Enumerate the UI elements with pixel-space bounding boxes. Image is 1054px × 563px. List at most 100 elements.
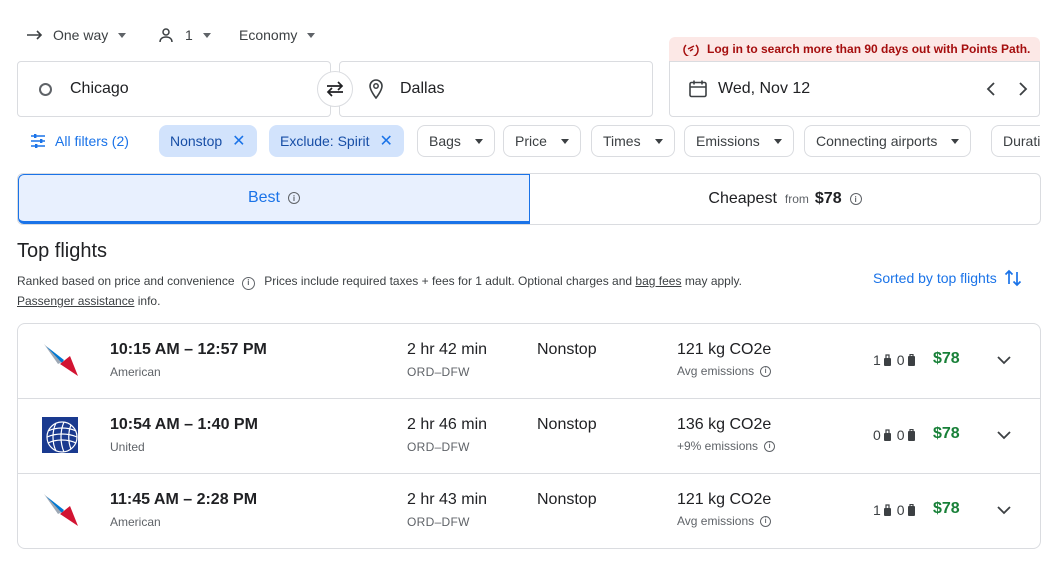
passengers-count: 1 — [185, 27, 193, 43]
flight-row[interactable]: 11:45 AM – 2:28 PM American 2 hr 43 min … — [18, 474, 1040, 549]
close-icon[interactable]: ✕ — [232, 131, 245, 151]
flight-stops: Nonstop — [537, 416, 597, 433]
trip-type-label: One way — [53, 27, 109, 43]
chip-label: Bags — [429, 133, 461, 149]
info-icon[interactable]: i — [764, 440, 776, 452]
points-path-banner[interactable]: Log in to search more than 90 days out w… — [669, 37, 1040, 61]
tab-best[interactable]: Best i — [18, 174, 530, 224]
swap-arrows-icon — [326, 81, 344, 97]
passengers-select[interactable]: 1 — [158, 22, 211, 48]
checked-bag-icon — [907, 503, 915, 516]
emissions-label: Avg emissions — [677, 364, 755, 378]
carry-on-bag-icon — [883, 353, 891, 366]
flight-price: $78 — [933, 350, 960, 367]
chevron-down-icon — [951, 138, 960, 144]
chevron-down-icon[interactable] — [996, 502, 1012, 518]
checked-bag-count: 0 — [896, 502, 905, 518]
duration-filter[interactable]: Duration — [991, 125, 1040, 157]
chip-label: Duration — [1003, 133, 1040, 149]
times-filter[interactable]: Times — [591, 125, 675, 157]
date-value: Wed, Nov 12 — [718, 80, 811, 97]
flight-row[interactable]: 10:54 AM – 1:40 PM United 2 hr 46 min OR… — [18, 399, 1040, 474]
flight-co2: 136 kg CO2e — [677, 416, 772, 433]
flight-warning-icon — [683, 44, 699, 56]
info-icon[interactable]: i — [760, 515, 772, 527]
cabin-label: Economy — [239, 27, 298, 43]
info-icon[interactable]: i — [288, 192, 300, 204]
filter-bar: All filters (2) Nonstop ✕ Exclude: Spiri… — [0, 120, 1040, 162]
close-icon[interactable]: ✕ — [379, 131, 392, 151]
emissions-filter[interactable]: Emissions — [684, 125, 794, 157]
chip-label: Exclude: Spirit — [280, 133, 370, 149]
flight-route: ORD–DFW — [407, 515, 470, 529]
chip-label: Connecting airports — [816, 133, 938, 149]
swap-button[interactable] — [317, 71, 353, 107]
flight-times: 10:15 AM – 12:57 PM — [110, 341, 267, 358]
flight-list: 10:15 AM – 12:57 PM American 2 hr 42 min… — [17, 323, 1041, 549]
chip-label: Emissions — [696, 133, 760, 149]
sorted-label: Sorted by top flights — [873, 270, 997, 286]
airline-name: United — [110, 440, 145, 454]
info-icon[interactable]: i — [760, 365, 772, 377]
cheapest-from-label: from — [784, 192, 809, 206]
origin-value: Chicago — [70, 80, 129, 97]
chip-exclude-spirit[interactable]: Exclude: Spirit ✕ — [269, 125, 404, 157]
chevron-down-icon[interactable] — [996, 427, 1012, 443]
emissions-note: Avg emissions i — [677, 364, 772, 378]
chip-label: Times — [603, 133, 641, 149]
checked-bag-count: 0 — [896, 427, 905, 443]
chevron-right-icon — [1019, 82, 1028, 96]
price-filter[interactable]: Price — [503, 125, 581, 157]
all-filters-button[interactable]: All filters (2) — [20, 125, 140, 157]
flight-times: 10:54 AM – 1:40 PM — [110, 416, 258, 433]
chevron-down-icon — [474, 138, 483, 144]
carry-on-count: 1 — [873, 502, 881, 518]
bag-fees-link[interactable]: bag fees — [635, 274, 681, 288]
bag-allowance: 0 0 — [873, 427, 916, 443]
emissions-note: +9% emissions i — [677, 439, 776, 453]
person-icon — [159, 28, 173, 43]
destination-field[interactable]: Dallas — [339, 61, 653, 117]
sort-button[interactable]: Sorted by top flights — [873, 268, 1022, 288]
bags-filter[interactable]: Bags — [417, 125, 495, 157]
next-date-button[interactable] — [1016, 80, 1030, 103]
american-airlines-logo-icon — [44, 494, 78, 526]
info-icon[interactable]: i — [241, 276, 255, 290]
carry-on-bag-icon — [883, 503, 891, 516]
trip-type-select[interactable]: One way — [26, 22, 127, 48]
sort-tabs: Best i Cheapest from $78 i — [17, 173, 1041, 225]
origin-field[interactable]: Chicago — [17, 61, 331, 117]
bag-allowance: 1 0 — [873, 502, 916, 518]
chip-nonstop[interactable]: Nonstop ✕ — [159, 125, 257, 157]
chevron-down-icon — [307, 32, 316, 38]
bag-allowance: 1 0 — [873, 352, 916, 368]
previous-date-button[interactable] — [984, 80, 998, 103]
passenger-assistance-link[interactable]: Passenger assistance — [17, 294, 134, 308]
sort-arrows-icon — [1004, 269, 1021, 287]
emissions-label: +9% emissions — [677, 439, 759, 453]
cabin-select[interactable]: Economy — [239, 22, 316, 48]
info-icon[interactable]: i — [849, 193, 862, 205]
airline-name: American — [110, 365, 161, 379]
date-field[interactable]: Wed, Nov 12 — [669, 61, 1040, 117]
arrow-right-icon — [27, 30, 43, 40]
info-text: info. — [137, 294, 161, 308]
flight-row[interactable]: 10:15 AM – 12:57 PM American 2 hr 42 min… — [18, 324, 1040, 399]
chip-label: Nonstop — [170, 133, 223, 149]
connecting-airports-filter[interactable]: Connecting airports — [804, 125, 972, 157]
checked-bag-count: 0 — [896, 352, 905, 368]
united-airlines-logo-icon — [42, 417, 78, 453]
origin-circle-icon — [39, 82, 52, 96]
flight-price: $78 — [933, 500, 960, 517]
chevron-down-icon — [773, 138, 782, 144]
chevron-down-icon — [560, 138, 569, 144]
flight-times: 11:45 AM – 2:28 PM — [110, 491, 258, 508]
tab-label: Best — [247, 189, 280, 206]
flight-route: ORD–DFW — [407, 365, 470, 379]
prices-note: Prices include required taxes + fees for… — [264, 274, 633, 288]
chevron-down-icon — [202, 32, 211, 38]
tab-cheapest[interactable]: Cheapest from $78 i — [530, 174, 1040, 224]
chevron-down-icon[interactable] — [996, 352, 1012, 368]
chevron-left-icon — [986, 82, 995, 96]
flight-stops: Nonstop — [537, 491, 597, 508]
